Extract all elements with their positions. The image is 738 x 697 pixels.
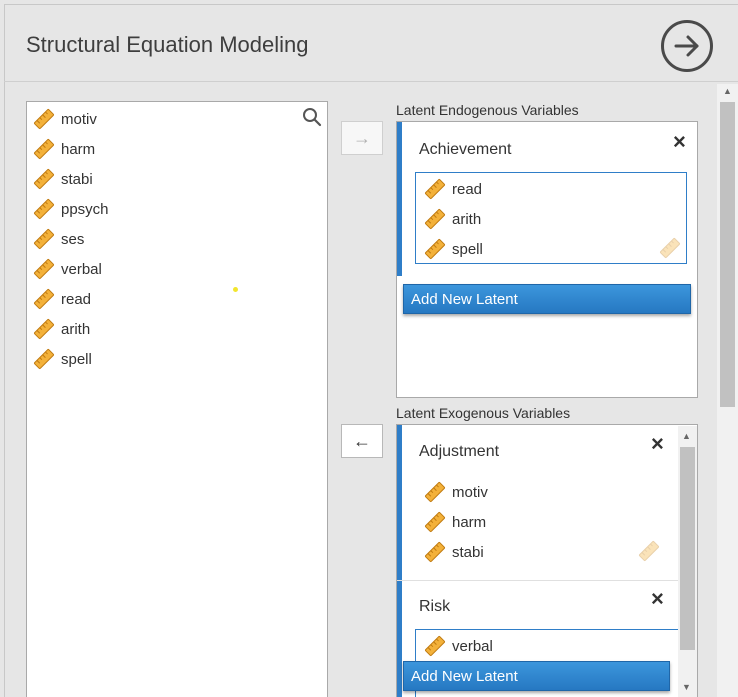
add-new-latent-button[interactable]: Add New Latent xyxy=(403,284,691,314)
close-icon[interactable]: × xyxy=(673,131,686,153)
scroll-thumb[interactable] xyxy=(720,102,735,407)
latent-achievement[interactable]: Achievement × read arith spell xyxy=(397,122,697,276)
scroll-down-icon[interactable]: ▼ xyxy=(682,682,691,692)
list-item[interactable]: ppsych xyxy=(33,197,109,221)
ruler-icon xyxy=(659,237,681,259)
scroll-up-icon[interactable]: ▲ xyxy=(682,431,691,441)
close-icon[interactable]: × xyxy=(651,433,664,455)
ruler-icon xyxy=(424,511,446,533)
list-item[interactable]: stabi xyxy=(33,167,93,191)
ruler-icon xyxy=(424,481,446,503)
ruler-icon xyxy=(33,138,55,160)
ruler-icon xyxy=(33,198,55,220)
list-item[interactable]: read xyxy=(424,177,482,201)
exogenous-scrollbar[interactable]: ▲ ▼ xyxy=(678,426,697,697)
exogenous-panel: Adjustment × motiv harm stabi Risk × ver… xyxy=(396,424,698,697)
search-icon[interactable] xyxy=(302,107,322,127)
ruler-icon xyxy=(424,178,446,200)
list-item[interactable]: read xyxy=(33,287,91,311)
ruler-icon xyxy=(33,288,55,310)
ruler-icon xyxy=(424,238,446,260)
endogenous-panel: Achievement × read arith spell xyxy=(396,121,698,398)
ruler-icon xyxy=(33,318,55,340)
list-item[interactable]: harm xyxy=(33,137,95,161)
exogenous-label: Latent Exogenous Variables xyxy=(396,405,571,421)
close-icon[interactable]: × xyxy=(651,588,664,610)
list-item[interactable]: spell xyxy=(33,347,92,371)
header-divider xyxy=(4,81,738,82)
ruler-icon xyxy=(424,635,446,657)
list-item[interactable]: motiv xyxy=(424,480,488,504)
ruler-icon xyxy=(33,108,55,130)
list-item[interactable]: verbal xyxy=(424,634,493,658)
ruler-icon xyxy=(33,348,55,370)
list-item[interactable]: arith xyxy=(424,207,481,231)
latent-adjustment[interactable]: Adjustment × motiv harm stabi xyxy=(397,425,697,580)
scroll-up-icon[interactable]: ▲ xyxy=(723,86,732,96)
latent-name[interactable]: Adjustment xyxy=(419,443,499,461)
list-item[interactable]: stabi xyxy=(424,540,484,564)
ruler-icon xyxy=(33,168,55,190)
scroll-thumb[interactable] xyxy=(680,447,695,650)
page-title: Structural Equation Modeling xyxy=(26,32,309,57)
endogenous-label: Latent Endogenous Variables xyxy=(396,102,579,118)
latent-name[interactable]: Risk xyxy=(419,598,450,616)
move-right-button[interactable]: → xyxy=(341,121,383,155)
latent-name[interactable]: Achievement xyxy=(419,141,512,159)
ruler-icon xyxy=(424,208,446,230)
ruler-icon xyxy=(33,228,55,250)
indicator-list[interactable]: read arith spell xyxy=(415,172,687,264)
list-item[interactable]: ses xyxy=(33,227,84,251)
ruler-icon xyxy=(424,541,446,563)
ruler-icon xyxy=(33,258,55,280)
list-item[interactable]: spell xyxy=(424,237,483,261)
list-item[interactable]: verbal xyxy=(33,257,102,281)
list-item[interactable]: motiv xyxy=(33,107,97,131)
page-scrollbar[interactable]: ▲ xyxy=(717,84,738,697)
list-item[interactable]: harm xyxy=(424,510,486,534)
ruler-icon xyxy=(638,540,660,562)
arrow-circle-right-icon[interactable] xyxy=(661,20,713,72)
cursor-dot xyxy=(233,287,238,292)
add-new-latent-button[interactable]: Add New Latent xyxy=(403,661,670,691)
move-left-button[interactable]: ← xyxy=(341,424,383,458)
list-item[interactable]: arith xyxy=(33,317,90,341)
